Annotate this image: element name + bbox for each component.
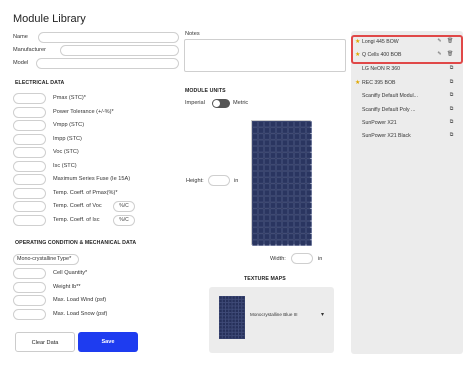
operating-label-1: Weight lb** — [53, 283, 81, 290]
copy-icon[interactable]: ⧉ — [449, 66, 454, 71]
metric-label: Metric — [233, 100, 249, 106]
library-item-label: SunPower X21 Black — [362, 133, 411, 139]
operating-input-2[interactable] — [13, 295, 46, 306]
library-item[interactable]: ★ Q Cells 400 BOB ✎ 🗑 — [353, 51, 461, 60]
operating-input-0[interactable] — [13, 268, 46, 279]
copy-icon[interactable]: ⧉ — [449, 80, 454, 85]
electrical-input-5[interactable] — [13, 160, 46, 172]
texture-maps-title: TEXTURE MAPS — [244, 276, 286, 282]
electrical-label-3: Impp (STC) — [53, 135, 82, 142]
operating-section-title: OPERATING CONDITION & MECHANICAL DATA — [15, 240, 137, 246]
star-icon[interactable]: ★ — [355, 52, 360, 58]
model-field[interactable] — [36, 58, 179, 69]
width-label: Width: — [270, 256, 286, 262]
save-button[interactable]: Save — [78, 332, 138, 352]
library-item-label: SunPower X21 — [362, 120, 397, 126]
model-label: Model — [13, 60, 29, 66]
electrical-label-7: Temp. Coeff. of Pmax(%)* — [53, 189, 118, 196]
library-item[interactable]: SunPower X21 Black ⧉ — [353, 132, 461, 141]
electrical-label-1: Power Tolerance (+/-%)* — [53, 108, 114, 115]
electrical-label-8: Temp. Coeff. of Voc — [53, 203, 102, 209]
library-item-label: Q Cells 400 BOB — [362, 52, 402, 58]
electrical-label-6: Maximum Series Fuse (Ie 15A) — [53, 176, 131, 182]
operating-input-3[interactable] — [13, 308, 46, 320]
texture-grid-graphic — [219, 296, 245, 339]
library-item[interactable]: ★ Longi 445 BOW ✎ 🗑 — [353, 38, 461, 47]
notes-field[interactable] — [184, 39, 346, 72]
electrical-input-0[interactable] — [13, 93, 46, 104]
operating-label-2: Max. Load Wind (psf) — [53, 297, 107, 303]
electrical-input-1[interactable] — [13, 106, 46, 118]
copy-icon[interactable]: ⧉ — [449, 93, 454, 98]
electrical-label-9: Temp. Coeff. of Isc — [53, 216, 100, 223]
library-item-label: REC 395 BOB — [362, 80, 396, 86]
type-value: Mono-crystalline — [17, 256, 57, 262]
height-label: Height: — [186, 178, 204, 184]
operating-label-3: Max. Load Snow (psf) — [53, 310, 108, 317]
library-item-label: Scanifly Default Modul... — [362, 93, 418, 99]
library-item[interactable]: Scanifly Default Poly ... ⧉ — [353, 106, 461, 115]
electrical-section-title: ELECTRICAL DATA — [15, 80, 65, 86]
copy-icon[interactable]: ⧉ — [449, 133, 454, 138]
height-unit: in — [234, 178, 239, 184]
texture-select[interactable]: Monocrystalline Blue III ▾ — [250, 310, 328, 320]
toggle-knob — [213, 100, 220, 107]
electrical-input-3[interactable] — [13, 133, 46, 145]
library-item[interactable]: SunPower X21 ⧉ — [353, 119, 461, 128]
notes-label: Notes — [185, 31, 200, 37]
unit-select-8[interactable]: %/C — [113, 201, 135, 212]
name-field[interactable] — [38, 32, 179, 43]
clear-data-button[interactable]: Clear Data — [15, 332, 75, 352]
units-toggle[interactable] — [212, 99, 230, 108]
manufacturer-field[interactable] — [60, 45, 179, 56]
electrical-input-9[interactable] — [13, 214, 46, 226]
height-field[interactable] — [208, 175, 230, 186]
library-item-label: Scanifly Default Poly ... — [362, 107, 416, 113]
module-units-title: MODULE UNITS — [185, 88, 226, 94]
electrical-label-2: Vmpp (STC) — [53, 122, 85, 128]
electrical-input-6[interactable] — [13, 174, 46, 185]
texture-thumbnail — [219, 296, 245, 339]
panel-grid-graphic — [252, 121, 312, 246]
unit-select-9[interactable]: %/C — [113, 214, 135, 226]
edit-icon[interactable]: ✎ — [437, 39, 442, 44]
delete-icon[interactable]: 🗑 — [447, 39, 453, 44]
electrical-input-4[interactable] — [13, 147, 46, 158]
copy-icon[interactable]: ⧉ — [449, 107, 454, 112]
name-label: Name — [13, 34, 28, 40]
electrical-input-8[interactable] — [13, 201, 46, 212]
edit-icon[interactable]: ✎ — [437, 52, 442, 57]
electrical-input-2[interactable] — [13, 120, 46, 131]
library-item-label: LG NeON R 360 — [362, 66, 401, 72]
imperial-label: Imperial — [185, 100, 205, 106]
module-preview-image — [251, 120, 312, 246]
electrical-label-5: Isc (STC) — [53, 162, 77, 169]
page-title: Module Library — [13, 13, 86, 25]
copy-icon[interactable]: ⧉ — [449, 120, 454, 125]
library-item-label: Longi 445 BOW — [362, 39, 399, 45]
texture-selected-value: Monocrystalline Blue III — [250, 312, 298, 317]
star-icon[interactable]: ★ — [355, 80, 360, 86]
delete-icon[interactable]: 🗑 — [447, 52, 453, 57]
electrical-label-0: Pmax (STC)* — [53, 95, 86, 101]
width-unit: in — [318, 256, 323, 262]
library-item[interactable]: ★ REC 395 BOB ⧉ — [353, 79, 461, 88]
width-field[interactable] — [291, 253, 313, 264]
manufacturer-label: Manufacturer — [13, 47, 46, 53]
operating-input-1[interactable] — [13, 281, 46, 293]
library-item[interactable]: Scanifly Default Modul... ⧉ — [353, 92, 461, 101]
electrical-label-4: Voc (STC) — [53, 149, 79, 155]
star-icon[interactable]: ★ — [355, 39, 360, 45]
type-label: Type* — [57, 256, 72, 262]
chevron-down-icon: ▾ — [320, 312, 324, 318]
electrical-input-7[interactable] — [13, 187, 46, 199]
operating-label-0: Cell Quantity* — [53, 270, 88, 276]
library-item[interactable]: LG NeON R 360 ⧉ — [353, 65, 461, 74]
